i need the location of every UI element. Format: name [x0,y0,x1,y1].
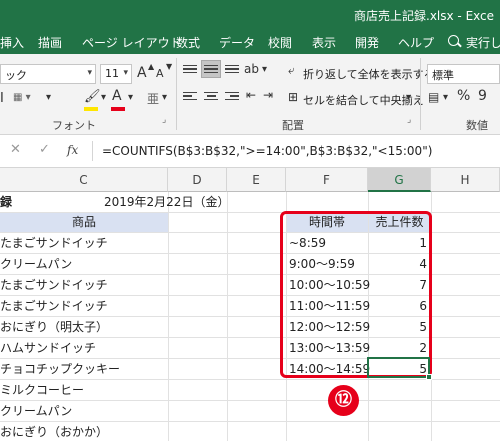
align-middle-button[interactable] [201,60,221,78]
tab-formulas[interactable]: 数式 [176,34,200,51]
chevron-down-icon[interactable]: ▾ [46,92,51,103]
highlight-frame [280,211,432,378]
step-badge: ⑫ [328,385,359,416]
chevron-down-icon[interactable]: ▾ [443,92,448,103]
currency-format-icon[interactable]: ▤ [428,90,439,104]
ribbon: ック ▾ 11 ▾ A ▲ A ▼ I ▦ ▾ ▾ 🖌 ▾ A ▾ 亜 ▾ フォ… [0,54,500,135]
decrease-indent-icon[interactable]: ⇤ [246,88,256,102]
row-gridline [0,400,500,401]
align-right-button[interactable] [222,87,242,105]
search-icon[interactable] [448,35,459,46]
date-cell: 2019年2月22日（金） [104,195,230,209]
align-center-button[interactable] [201,87,221,105]
insert-function-button[interactable]: fx [67,143,78,157]
product-cell: たまごサンドイッチ [0,299,108,313]
tab-view[interactable]: 表示 [312,34,336,51]
borders-icon[interactable]: ▦ ▾ [13,92,31,103]
tell-me-search[interactable]: 実行した [466,34,500,51]
column-header-c[interactable]: C [0,168,168,192]
shrink-font-caret-icon: ▼ [166,62,173,71]
product-header-cell: 商品 [71,215,96,229]
chevron-down-icon[interactable]: ▾ [101,92,106,103]
align-top-button[interactable] [180,60,200,78]
column-header-f[interactable]: F [286,168,368,192]
number-format-value: 標準 [432,69,454,82]
grow-font-button[interactable]: A [137,65,147,81]
grow-font-caret-icon: ▲ [148,62,155,71]
wrap-text-icon[interactable]: ⤶ [288,63,295,78]
underline-button[interactable]: I [0,91,4,106]
product-cell: クリームパン [0,257,73,271]
column-header-e[interactable]: E [227,168,286,192]
phonetic-guide-icon[interactable]: 亜 [147,90,159,107]
product-cell: チョコチップクッキー [0,362,121,376]
font-name-dropdown[interactable]: ック ▾ [0,64,96,84]
tab-developer[interactable]: 開発 [355,34,379,51]
formula-input[interactable]: =COUNTIFS(B$3:B$32,">=14:00",B$3:B$32,"<… [102,144,432,158]
wrap-text-button[interactable]: 折り返して全体を表示する [303,66,435,82]
ribbon-tabs: 挿入 描画 ページ レイアウト 数式 データ 校閲 表示 開発 ヘルプ 実行した [0,29,500,54]
column-header-h[interactable]: H [431,168,500,192]
sheet-title-cell: 録 [0,195,13,209]
font-color-swatch [111,107,125,111]
group-divider [176,58,177,130]
font-color-button[interactable]: A [112,88,122,104]
tab-data[interactable]: データ [219,34,255,51]
formula-bar: ✕ ✓ fx =COUNTIFS(B$3:B$32,">=14:00",B$3:… [0,135,500,168]
product-cell: ハムサンドイッチ [0,341,97,355]
divider [92,141,93,161]
confirm-icon[interactable]: ✓ [39,142,50,157]
alignment-group-label: 配置 [282,119,304,132]
font-group-label: フォント [52,119,96,132]
percent-button[interactable]: % [457,88,470,104]
group-divider [420,58,421,130]
column-header-d[interactable]: D [168,168,227,192]
tab-page-layout[interactable]: ページ レイアウト [82,34,182,51]
dialog-launcher-icon[interactable]: ⌟ [407,115,411,125]
product-cell: おにぎり（おかか） [0,425,109,439]
fill-handle[interactable] [426,374,432,380]
chevron-down-icon[interactable]: ▾ [406,92,411,103]
fill-color-button[interactable]: 🖌 [84,89,101,104]
column-gridline [227,192,228,441]
number-group-label: 数値 [466,119,488,132]
product-cell: ミルクコーヒー [0,383,85,397]
font-name-value: ック [5,69,27,82]
active-cell-outline [367,357,430,378]
chevron-down-icon: ▾ [87,68,92,78]
merge-center-icon[interactable]: ⊞ [288,90,298,104]
title-bar: 商店売上記録.xlsx - Exce [0,0,500,29]
tab-help[interactable]: ヘルプ [398,34,434,51]
window-title: 商店売上記録.xlsx - Exce [354,9,495,23]
orientation-icon[interactable]: ab [244,62,259,76]
chevron-down-icon: ▾ [123,68,128,78]
dialog-launcher-icon[interactable]: ⌟ [162,115,166,125]
product-cell: おにぎり（明太子） [0,320,109,334]
comma-style-button[interactable]: 9 [478,88,487,104]
chevron-down-icon[interactable]: ▾ [128,92,133,103]
product-cell: クリームパン [0,404,73,418]
font-size-dropdown[interactable]: 11 ▾ [100,64,132,84]
chevron-down-icon[interactable]: ▾ [262,64,267,75]
number-format-dropdown[interactable]: 標準 [427,64,500,84]
align-bottom-button[interactable] [222,60,242,78]
column-header-g[interactable]: G [368,168,431,192]
tab-review[interactable]: 校閲 [268,34,292,51]
product-cell: たまごサンドイッチ [0,236,108,250]
product-cell: たまごサンドイッチ [0,278,108,292]
fill-color-swatch [84,107,98,111]
align-left-button[interactable] [180,87,200,105]
font-size-value: 11 [105,67,119,80]
tab-insert[interactable]: 挿入 [0,34,24,51]
shrink-font-button[interactable]: A [156,67,164,80]
increase-indent-icon[interactable]: ⇥ [263,88,273,102]
chevron-down-icon[interactable]: ▾ [162,92,167,103]
tab-draw[interactable]: 描画 [38,34,62,51]
cancel-icon[interactable]: ✕ [10,142,21,157]
column-gridline [168,192,169,441]
